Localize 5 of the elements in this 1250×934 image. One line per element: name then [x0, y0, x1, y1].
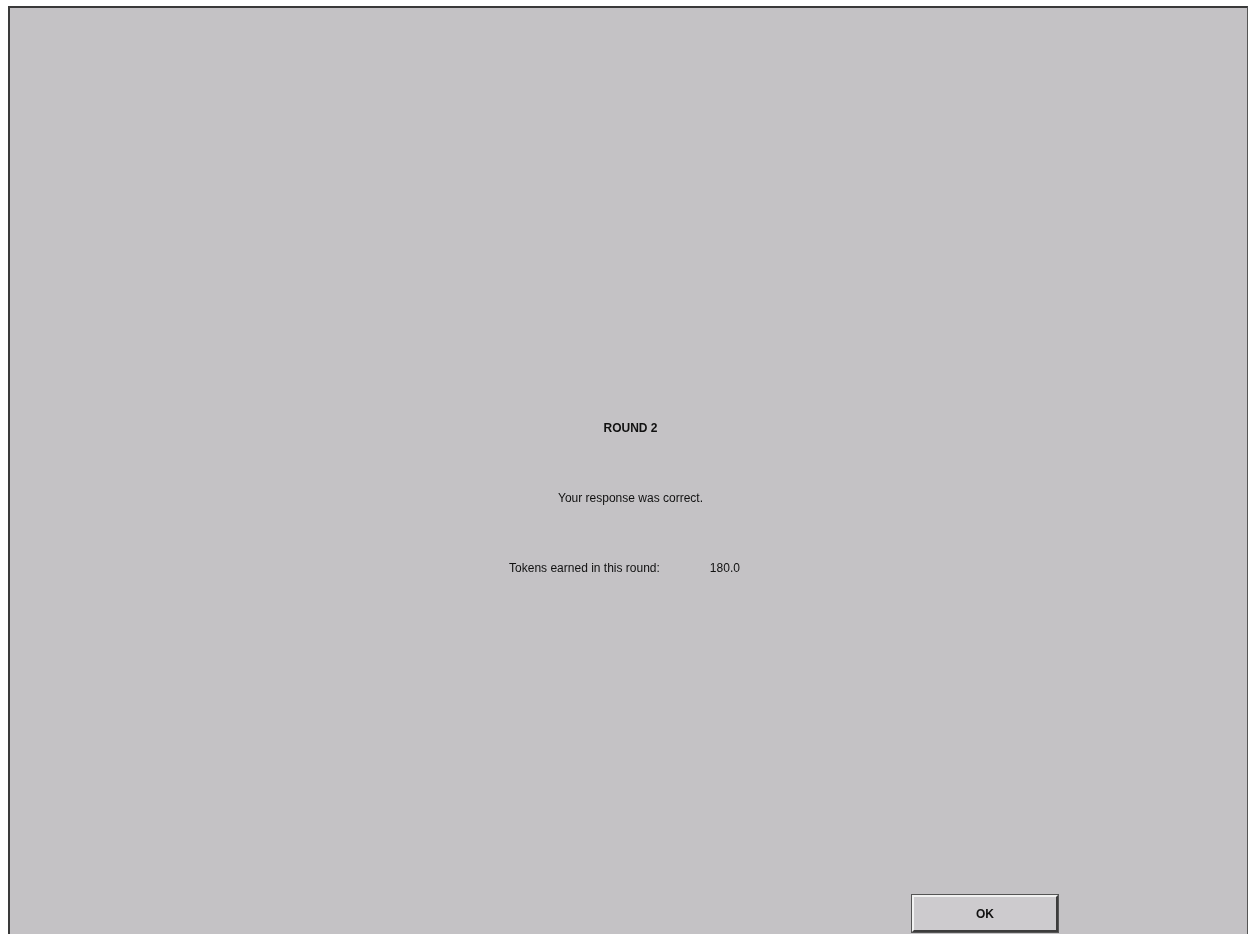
- result-message: Your response was correct.: [558, 491, 703, 505]
- ok-button[interactable]: OK: [912, 895, 1058, 932]
- tokens-label: Tokens earned in this round:: [509, 561, 660, 575]
- tokens-value: 180.0: [709, 561, 740, 575]
- round-title: ROUND 2: [603, 421, 658, 435]
